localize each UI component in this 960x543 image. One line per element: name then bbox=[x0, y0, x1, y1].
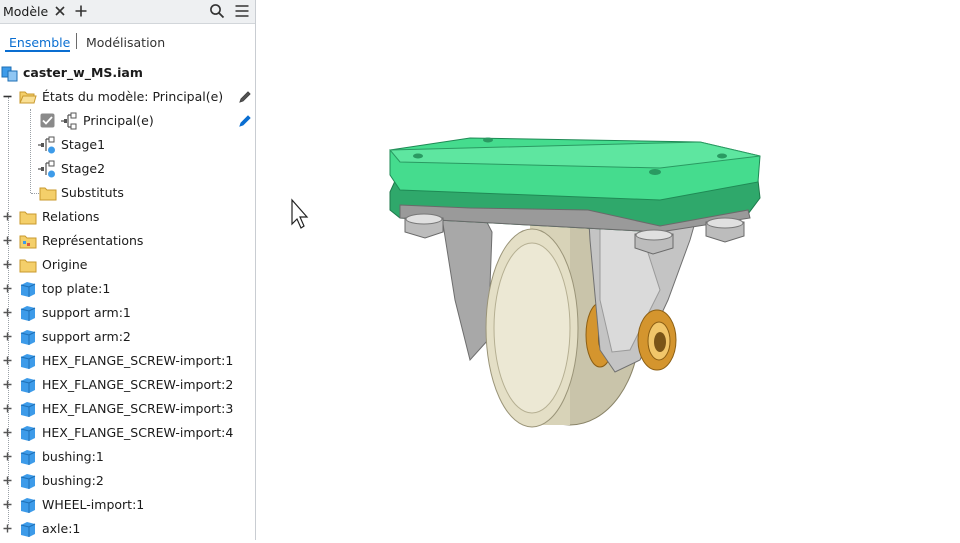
part-cube-icon bbox=[20, 474, 36, 489]
tab-separator bbox=[76, 33, 77, 49]
expand-icon[interactable] bbox=[3, 476, 12, 485]
part-cube-icon bbox=[20, 378, 36, 393]
collapse-icon[interactable] bbox=[3, 92, 12, 101]
tree-item-part[interactable]: bushing:2 bbox=[0, 469, 255, 493]
tree-item-substitutes[interactable]: Substituts bbox=[0, 181, 255, 205]
pencil-icon[interactable] bbox=[237, 114, 252, 129]
checkbox-checked-icon[interactable] bbox=[40, 113, 55, 128]
expand-icon[interactable] bbox=[3, 500, 12, 509]
tree-item-part[interactable]: support arm:1 bbox=[0, 301, 255, 325]
part-cube-icon bbox=[20, 498, 36, 513]
tree-item-label: top plate:1 bbox=[42, 281, 111, 296]
tree-item-label: Stage2 bbox=[61, 161, 106, 176]
top-plate-model[interactable] bbox=[388, 137, 761, 233]
expand-icon[interactable] bbox=[3, 332, 12, 341]
part-cube-icon bbox=[20, 402, 36, 417]
part-cube-icon bbox=[20, 282, 36, 297]
tree-item-part[interactable]: bushing:1 bbox=[0, 445, 255, 469]
tree-item-representations[interactable]: Représentations bbox=[0, 229, 255, 253]
expand-icon[interactable] bbox=[3, 212, 12, 221]
tree-item-state-principal[interactable]: Principal(e) bbox=[0, 109, 255, 133]
expand-icon[interactable] bbox=[3, 452, 12, 461]
tree-item-state-stage1[interactable]: Stage1 bbox=[0, 133, 255, 157]
folder-icon bbox=[39, 187, 57, 201]
expand-icon[interactable] bbox=[3, 308, 12, 317]
part-cube-icon bbox=[20, 354, 36, 369]
representations-folder-icon bbox=[19, 235, 37, 249]
part-cube-icon bbox=[20, 450, 36, 465]
search-icon[interactable] bbox=[208, 2, 226, 20]
tree-item-label: HEX_FLANGE_SCREW-import:3 bbox=[42, 401, 234, 416]
tree-item-label: support arm:2 bbox=[42, 329, 131, 344]
expand-icon[interactable] bbox=[3, 284, 12, 293]
tree-item-label: Stage1 bbox=[61, 137, 106, 152]
tree-item-state-stage2[interactable]: Stage2 bbox=[0, 157, 255, 181]
model-state-icon bbox=[38, 136, 55, 154]
tree-item-label: bushing:2 bbox=[42, 473, 104, 488]
expand-icon[interactable] bbox=[3, 404, 12, 413]
model-state-icon bbox=[61, 112, 77, 130]
bushing-front[interactable] bbox=[637, 309, 677, 371]
folder-icon bbox=[19, 211, 37, 225]
tree-item-label: HEX_FLANGE_SCREW-import:2 bbox=[42, 377, 234, 392]
expand-icon[interactable] bbox=[3, 356, 12, 365]
tree-item-label: Relations bbox=[42, 209, 100, 224]
expand-icon[interactable] bbox=[3, 236, 12, 245]
tree-item-origin[interactable]: Origine bbox=[0, 253, 255, 277]
graphics-viewport[interactable] bbox=[256, 0, 960, 540]
mouse-pointer-icon bbox=[291, 198, 309, 229]
caster-3d-model[interactable] bbox=[256, 0, 960, 540]
panel-title: Modèle bbox=[3, 4, 49, 19]
model-browser-panel: Modèle Ensemble Modélisation caster_w_MS… bbox=[0, 0, 256, 540]
plus-icon[interactable] bbox=[72, 2, 90, 20]
folder-open-icon bbox=[19, 91, 37, 104]
part-cube-icon bbox=[20, 426, 36, 441]
part-cube-icon bbox=[20, 330, 36, 345]
folder-icon bbox=[19, 259, 37, 273]
part-cube-icon bbox=[20, 306, 36, 321]
tree-item-part[interactable]: WHEEL-import:1 bbox=[0, 493, 255, 517]
tree-item-label: États du modèle: Principal(e) bbox=[42, 89, 224, 104]
tree-item-part[interactable]: support arm:2 bbox=[0, 325, 255, 349]
tree-item-model-states[interactable]: États du modèle: Principal(e) bbox=[0, 85, 255, 109]
tree-item-label: Représentations bbox=[42, 233, 144, 248]
expand-icon[interactable] bbox=[3, 428, 12, 437]
assembly-icon bbox=[1, 66, 18, 82]
active-tab-underline bbox=[5, 50, 70, 52]
tree-item-relations[interactable]: Relations bbox=[0, 205, 255, 229]
close-icon[interactable] bbox=[51, 2, 69, 20]
tree-item-part[interactable]: top plate:1 bbox=[0, 277, 255, 301]
tree-item-label: Substituts bbox=[61, 185, 124, 200]
expand-icon[interactable] bbox=[3, 380, 12, 389]
tree-item-label: Principal(e) bbox=[83, 113, 154, 128]
tab-ensemble[interactable]: Ensemble bbox=[9, 35, 70, 50]
tree-root-label: caster_w_MS.iam bbox=[23, 65, 143, 80]
tree-item-part[interactable]: HEX_FLANGE_SCREW-import:2 bbox=[0, 373, 255, 397]
panel-header: Modèle bbox=[0, 0, 255, 24]
tree-item-label: Origine bbox=[42, 257, 88, 272]
tree-item-part[interactable]: HEX_FLANGE_SCREW-import:4 bbox=[0, 421, 255, 445]
expand-icon[interactable] bbox=[3, 524, 12, 533]
part-cube-icon bbox=[20, 522, 36, 537]
hamburger-menu-icon[interactable] bbox=[233, 2, 251, 20]
tree-item-label: HEX_FLANGE_SCREW-import:1 bbox=[42, 353, 234, 368]
model-state-icon bbox=[38, 160, 55, 178]
tree-item-label: WHEEL-import:1 bbox=[42, 497, 145, 512]
pencil-icon[interactable] bbox=[237, 90, 252, 105]
browser-tabs: Ensemble Modélisation bbox=[0, 31, 255, 53]
tree-item-part[interactable]: HEX_FLANGE_SCREW-import:3 bbox=[0, 397, 255, 421]
expand-icon[interactable] bbox=[3, 260, 12, 269]
support-arm-left[interactable] bbox=[439, 204, 493, 362]
tree-item-label: HEX_FLANGE_SCREW-import:4 bbox=[42, 425, 234, 440]
tab-modelisation[interactable]: Modélisation bbox=[86, 35, 165, 50]
tree-root-assembly[interactable]: caster_w_MS.iam bbox=[0, 61, 255, 85]
tree-item-part[interactable]: axle:1 bbox=[0, 517, 255, 540]
tree-item-label: bushing:1 bbox=[42, 449, 104, 464]
tree-item-label: axle:1 bbox=[42, 521, 81, 536]
tree-item-label: support arm:1 bbox=[42, 305, 131, 320]
tree-item-part[interactable]: HEX_FLANGE_SCREW-import:1 bbox=[0, 349, 255, 373]
